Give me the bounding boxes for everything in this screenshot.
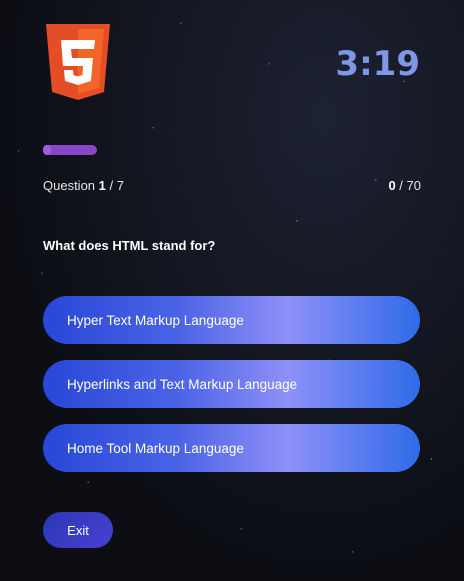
answer-button[interactable]: Hyper Text Markup Language [43,296,420,344]
question-counter: Question 1 / 7 [43,178,124,193]
progress-fill [43,145,51,155]
answer-label: Hyperlinks and Text Markup Language [67,376,298,392]
question-label: Question [43,178,96,193]
html5-logo-icon [42,22,114,102]
question-total: 7 [116,178,124,193]
score-current: 0 [388,178,396,193]
score-counter: 0 / 70 [388,178,421,193]
answer-button[interactable]: Home Tool Markup Language [43,424,420,472]
progress-bar [43,145,97,155]
answer-label: Home Tool Markup Language [67,440,244,456]
answer-label: Hyper Text Markup Language [67,312,244,328]
question-separator: / [105,178,117,193]
answer-button[interactable]: Hyperlinks and Text Markup Language [43,360,420,408]
question-text: What does HTML stand for? [43,238,216,253]
question-current: 1 [98,178,106,193]
countdown-timer: 3:19 [335,44,420,84]
score-total: 70 [406,178,421,193]
answer-list: Hyper Text Markup Language Hyperlinks an… [43,296,420,488]
html5-shield-icon [46,24,110,100]
score-separator: / [395,178,407,193]
exit-button[interactable]: Exit [43,512,113,548]
